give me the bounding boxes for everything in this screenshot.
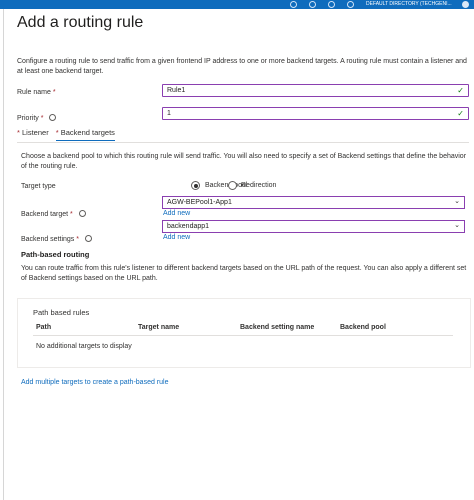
required-mark: * (52, 89, 56, 96)
avatar[interactable] (462, 1, 469, 8)
panel-divider (3, 9, 4, 500)
column-path: Path (36, 324, 52, 331)
empty-table-message: No additional targets to display (36, 343, 132, 350)
required-mark: * (40, 115, 44, 122)
rule-name-label: Rule name * (17, 89, 56, 96)
settings-icon[interactable] (309, 1, 316, 8)
rule-tabs: * Listener * Backend targets (17, 128, 115, 141)
backend-settings-add-new-link[interactable]: Add new (163, 234, 190, 241)
chevron-down-icon: ⌄ (454, 198, 460, 205)
rule-name-label-text: Rule name (17, 89, 51, 96)
backend-settings-label: Backend settings * (21, 235, 92, 243)
backend-target-label-text: Backend target (21, 211, 69, 218)
feedback-icon[interactable] (347, 1, 354, 8)
radio-redirection-label[interactable]: Redirection (241, 182, 276, 189)
path-routing-heading: Path-based routing (21, 250, 90, 259)
top-bar-icons (290, 1, 354, 8)
priority-input[interactable]: 1 ✓ (162, 107, 469, 120)
table-header-divider (33, 335, 453, 336)
radio-backend-pool[interactable] (191, 181, 200, 190)
chevron-down-icon: ⌄ (454, 222, 460, 229)
required-mark: * (76, 236, 79, 243)
info-icon[interactable] (84, 235, 92, 242)
portal-top-bar: DEFAULT DIRECTORY (TECHGENI... (0, 0, 474, 9)
info-icon[interactable] (78, 210, 86, 217)
column-backend-setting-name: Backend setting name (240, 324, 315, 331)
backend-settings-value: backendapp1 (167, 223, 210, 230)
tab-listener[interactable]: * Listener (17, 128, 49, 141)
tab-listener-label: Listener (22, 128, 49, 137)
priority-label-text: Priority (17, 115, 39, 122)
required-mark: * (70, 211, 73, 218)
radio-redirection[interactable] (228, 181, 237, 190)
target-type-label: Target type (21, 183, 56, 190)
rule-name-value: Rule1 (167, 87, 186, 94)
help-icon[interactable] (328, 1, 335, 8)
backend-description: Choose a backend pool to which this rout… (21, 153, 467, 170)
path-rules-title: Path based rules (33, 308, 90, 317)
notification-icon[interactable] (290, 1, 297, 8)
page-description: Configure a routing rule to send traffic… (17, 58, 467, 75)
backend-target-dropdown[interactable]: AGW-BEPool1-App1 ⌄ (162, 196, 465, 209)
priority-label: Priority * (17, 114, 57, 122)
backend-settings-label-text: Backend settings (21, 236, 75, 243)
required-mark: * (17, 128, 20, 137)
column-target-name: Target name (138, 324, 180, 331)
backend-settings-dropdown[interactable]: backendapp1 ⌄ (162, 220, 465, 233)
priority-value: 1 (167, 110, 171, 117)
page-title: Add a routing rule (17, 14, 144, 31)
check-icon: ✓ (457, 109, 464, 118)
tab-backend-targets-label: Backend targets (60, 128, 115, 137)
directory-name[interactable]: DEFAULT DIRECTORY (TECHGENI... (366, 1, 452, 7)
backend-target-label: Backend target * (21, 210, 86, 218)
path-routing-description: You can route traffic from this rule's l… (21, 265, 467, 282)
check-icon: ✓ (457, 86, 464, 95)
rule-name-input[interactable]: Rule1 ✓ (162, 84, 469, 97)
info-icon[interactable] (49, 114, 57, 121)
backend-target-add-new-link[interactable]: Add new (163, 210, 190, 217)
tab-backend-targets[interactable]: * Backend targets (55, 128, 115, 141)
add-multiple-targets-link[interactable]: Add multiple targets to create a path-ba… (21, 379, 168, 386)
required-mark: * (55, 128, 59, 137)
column-backend-pool: Backend pool (340, 324, 386, 331)
backend-target-value: AGW-BEPool1-App1 (167, 199, 232, 206)
tab-divider (17, 142, 469, 143)
